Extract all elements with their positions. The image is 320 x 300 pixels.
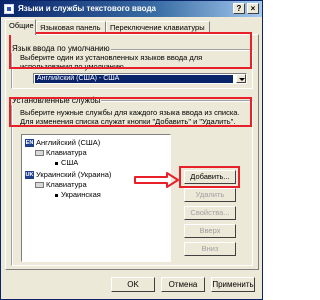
annotation-arrow-icon	[134, 172, 179, 188]
tab-keyboard-switch[interactable]: Переключение клавиатуры	[106, 21, 210, 34]
close-button[interactable]: ×	[247, 3, 259, 14]
window-title: Языки и службы текстового ввода	[18, 4, 156, 13]
services-tree[interactable]: EN Английский (США) Клавиатура США UK Укра…	[21, 134, 171, 262]
installed-services-description: Выберите нужные службы для каждого языка…	[20, 108, 240, 126]
tree-item-english[interactable]: EN Английский (США)	[25, 138, 100, 148]
bullet-icon	[55, 193, 58, 197]
tree-item-label: Английский (США)	[36, 138, 101, 147]
chevron-down-icon[interactable]	[236, 74, 246, 83]
tree-item-label: Клавиатура	[46, 180, 87, 189]
tree-item-ukrainian[interactable]: UK Украинский (Украина)	[25, 170, 111, 180]
bullet-icon	[55, 161, 58, 165]
tree-item-keyboard[interactable]: Клавиатура	[35, 180, 87, 190]
default-language-select[interactable]: Английский (США) - США	[33, 73, 247, 84]
tree-item-label: Клавиатура	[46, 148, 87, 157]
tree-item-keyboard[interactable]: Клавиатура	[35, 148, 87, 158]
tab-strip: Общие Языковая панель Переключение клави…	[5, 19, 259, 35]
help-button[interactable]: ?	[233, 3, 245, 14]
properties-button[interactable]: Свойства...	[184, 206, 236, 220]
tree-item-layout[interactable]: Украинская	[55, 190, 101, 200]
default-language-value: Английский (США) - США	[35, 75, 233, 83]
default-language-description: Выберите один из установленных языков вв…	[20, 53, 203, 71]
apply-button[interactable]: Применить	[211, 277, 255, 292]
default-language-title: Язык ввода по умолчанию	[11, 44, 111, 53]
language-badge-icon: EN	[25, 139, 34, 148]
tree-item-layout[interactable]: США	[55, 158, 78, 168]
tree-item-label: Украинский (Украина)	[36, 170, 112, 179]
tree-item-label: США	[61, 158, 79, 167]
language-badge-icon: UK	[25, 171, 34, 180]
title-bar[interactable]: Языки и службы текстового ввода ? ×	[1, 1, 262, 17]
tree-item-label: Украинская	[61, 190, 101, 199]
remove-button[interactable]: Удалить	[184, 188, 236, 202]
ok-button[interactable]: OK	[111, 277, 155, 292]
tab-language-bar[interactable]: Языковая панель	[36, 21, 106, 34]
move-down-button[interactable]: Вниз	[184, 242, 236, 256]
keyboard-icon	[35, 182, 44, 189]
installed-services-title: Установленные службы	[11, 96, 102, 105]
add-button[interactable]: Добавить...	[184, 170, 236, 184]
keyboard-icon	[35, 150, 44, 157]
app-icon	[4, 4, 14, 14]
cancel-button[interactable]: Отмена	[161, 277, 205, 292]
move-up-button[interactable]: Вверх	[184, 224, 236, 238]
tab-general[interactable]: Общие	[5, 19, 36, 35]
dialog-window: Языки и службы текстового ввода ? × Общи…	[0, 0, 263, 300]
